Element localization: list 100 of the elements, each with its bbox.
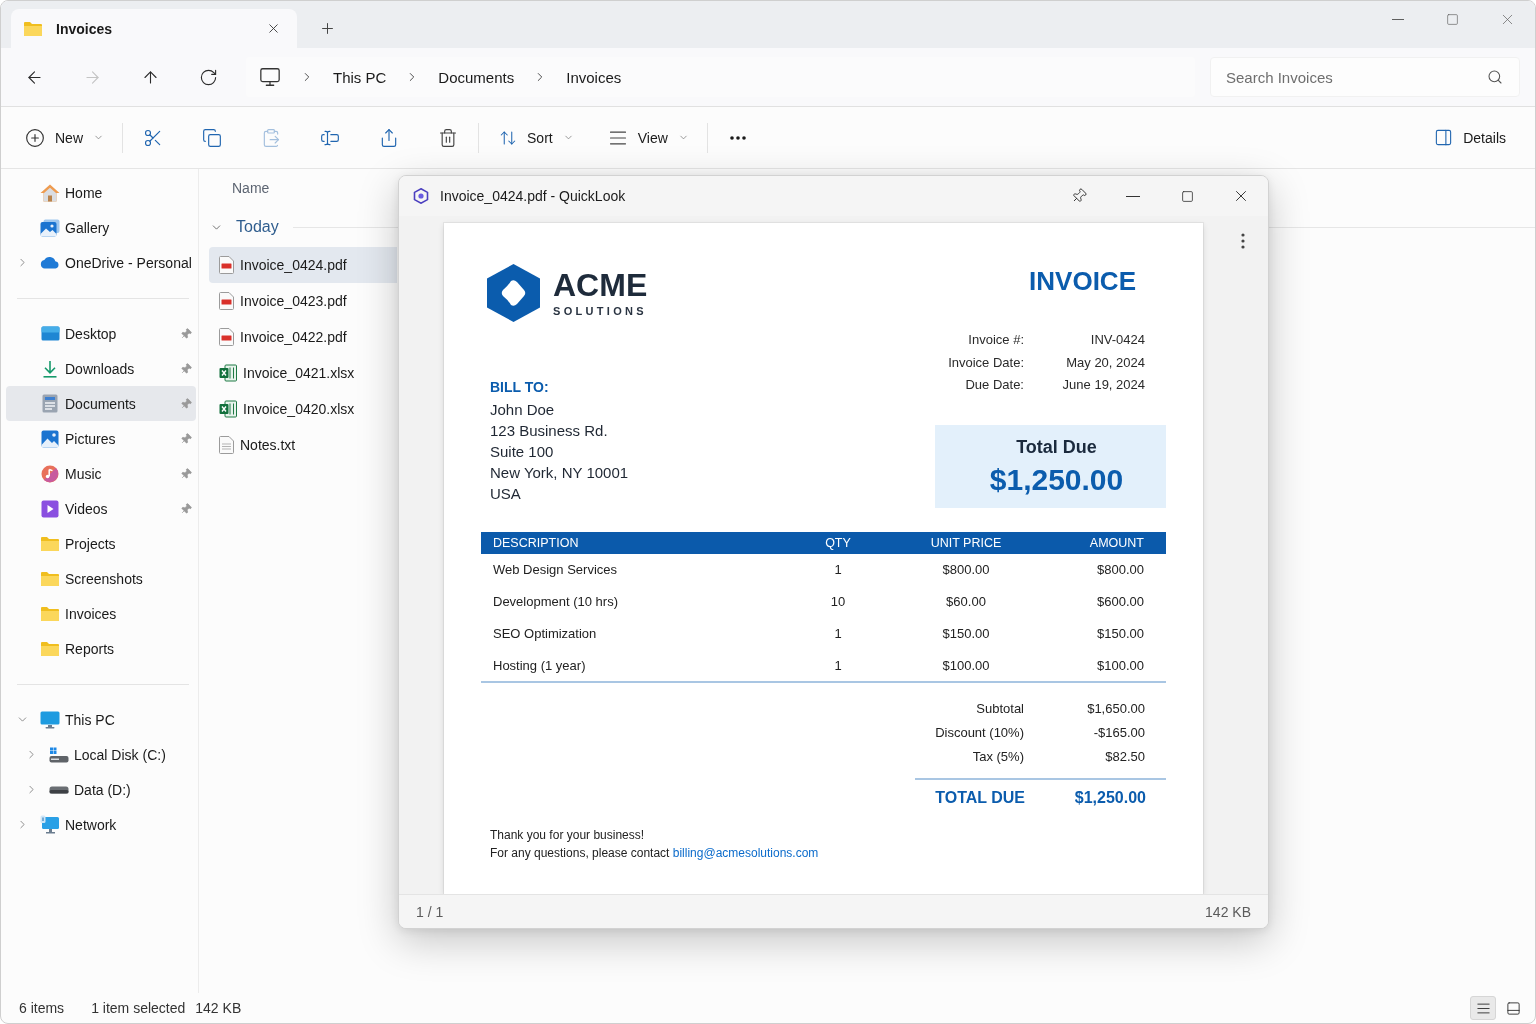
field-value: INV-0424: [1089, 331, 1145, 349]
file-row[interactable]: Invoice_0420.xlsx: [209, 391, 397, 427]
maximize-icon: [1180, 189, 1194, 203]
total-due-amount: $1,250.00: [989, 461, 1124, 498]
invoice-title: INVOICE: [1029, 266, 1136, 296]
video-icon: [41, 499, 59, 518]
sidebar-item[interactable]: Music: [6, 456, 196, 491]
table-cell-text: $150.00: [941, 625, 991, 643]
address-line: 123 Business Rd.: [490, 421, 609, 441]
sidebar-item[interactable]: OneDrive - Personal: [6, 245, 196, 280]
preview-pane-icon: [1505, 1000, 1521, 1016]
sidebar-item[interactable]: This PC: [6, 702, 196, 737]
spreadsheet-file-icon: [219, 364, 237, 382]
file-row[interactable]: Invoice_0424.pdf: [209, 247, 397, 283]
document-icon: [42, 394, 58, 413]
spreadsheet-file-icon: [219, 400, 237, 418]
table-cell-text: Development (10 hrs): [492, 593, 619, 611]
trash-icon: [438, 127, 458, 148]
bill-to-heading: BILL TO:: [490, 378, 550, 397]
grand-total-label: TOTAL DUE: [934, 788, 1025, 807]
details-view-button[interactable]: [1470, 996, 1496, 1020]
selection-info: 1 item selected: [91, 1000, 186, 1016]
sidebar-item[interactable]: Desktop: [6, 316, 196, 351]
new-button[interactable]: New: [15, 119, 112, 156]
maximize-icon: [1446, 12, 1459, 26]
sidebar-item[interactable]: Local Disk (C:): [6, 737, 196, 772]
details-button[interactable]: Details: [1424, 119, 1514, 156]
pdf-file-icon: [219, 256, 234, 274]
house-icon: [40, 183, 60, 202]
sidebar-item[interactable]: Screenshots: [6, 561, 196, 596]
total-due-label: Total Due: [1016, 435, 1097, 459]
drive-icon: [49, 785, 69, 794]
sidebar-item[interactable]: Data (D:): [6, 772, 196, 807]
image-stack-icon: [40, 218, 60, 237]
sidebar-item[interactable]: Gallery: [6, 210, 196, 245]
more-icon: [1241, 233, 1245, 249]
clipboard-icon: [261, 127, 281, 148]
column-header: UNIT PRICE: [886, 531, 1046, 554]
address-line: USA: [490, 484, 522, 504]
breadcrumb[interactable]: Invoices: [566, 68, 622, 86]
sidebar-item[interactable]: Home: [6, 175, 196, 210]
breadcrumb[interactable]: This PC: [333, 68, 387, 86]
table-cell: $100.00: [1046, 649, 1166, 682]
summary-value: -$165.00: [1092, 725, 1145, 740]
file-row[interactable]: Notes.txt: [209, 427, 397, 463]
email-link[interactable]: billing@acmesolutions.com: [672, 845, 819, 860]
drive-icon: [49, 746, 69, 763]
field-label: Invoice Date:: [948, 353, 1024, 372]
summary-value: $1,650.00: [1086, 701, 1145, 716]
table-cell-text: 1: [833, 625, 843, 643]
table-cell: $800.00: [1046, 553, 1166, 586]
grand-total-amount: $1,250.00: [1073, 788, 1146, 807]
sidebar-item[interactable]: Downloads: [6, 351, 196, 386]
summary-label: Subtotal: [975, 701, 1024, 716]
table-cell: 1: [790, 553, 886, 586]
sidebar-item[interactable]: Videos: [6, 491, 196, 526]
thank-you-note: Thank you for your business!: [490, 826, 646, 844]
folder-icon: [41, 641, 59, 656]
sidebar-item[interactable]: Projects: [6, 526, 196, 561]
sidebar-item[interactable]: Reports: [6, 631, 196, 666]
field-label: Invoice #:: [967, 331, 1024, 349]
image-icon: [41, 429, 59, 448]
music-note-icon: [41, 464, 59, 483]
minimize-icon: [1391, 18, 1404, 20]
sort-button[interactable]: Sort: [489, 119, 582, 156]
file-row[interactable]: Invoice_0422.pdf: [209, 319, 397, 355]
folder-icon: [41, 571, 59, 586]
sidebar-item[interactable]: Pictures: [6, 421, 196, 456]
sidebar-item[interactable]: Invoices: [6, 596, 196, 631]
company-tagline: SOLUTIONS: [553, 304, 648, 318]
summary-value: $82.50: [1104, 749, 1145, 764]
sidebar-item[interactable]: Network: [6, 807, 196, 842]
text-file-icon: [219, 436, 234, 454]
view-button[interactable]: View: [597, 119, 697, 156]
file-row[interactable]: Invoice_0421.xlsx: [209, 355, 397, 391]
download-icon: [42, 359, 58, 378]
hexagon-logo: [487, 264, 540, 322]
search-icon: [1487, 69, 1503, 85]
plus-circle-icon: [25, 127, 45, 148]
folder-icon: [41, 536, 59, 551]
breadcrumb[interactable]: Documents: [438, 68, 515, 86]
summary-label: Tax (5%): [971, 749, 1024, 764]
page-indicator: 1 / 1: [416, 903, 444, 920]
contact-note: For any questions, please contact billing@acmesolutions.com: [490, 844, 820, 862]
column-header: QTY: [790, 531, 886, 554]
hexagon-app-icon: [413, 188, 429, 204]
tab[interactable]: Invoices: [11, 9, 297, 48]
search-field[interactable]: Search Invoices: [1210, 57, 1520, 97]
table-cell: 1: [790, 649, 886, 682]
folder-icon: [41, 606, 59, 621]
sidebar-item[interactable]: Documents: [6, 386, 196, 421]
field-value: May 20, 2024: [1065, 353, 1145, 372]
summary-label: Discount (10%): [934, 725, 1024, 740]
column-header[interactable]: Name: [222, 176, 280, 200]
group-header[interactable]: Today: [209, 218, 283, 236]
list-view-icon: [1475, 1000, 1491, 1016]
file-row[interactable]: Invoice_0423.pdf: [209, 283, 397, 319]
more-icon: [729, 135, 746, 140]
table-cell: $800.00: [886, 553, 1046, 586]
network-icon: [40, 815, 60, 834]
